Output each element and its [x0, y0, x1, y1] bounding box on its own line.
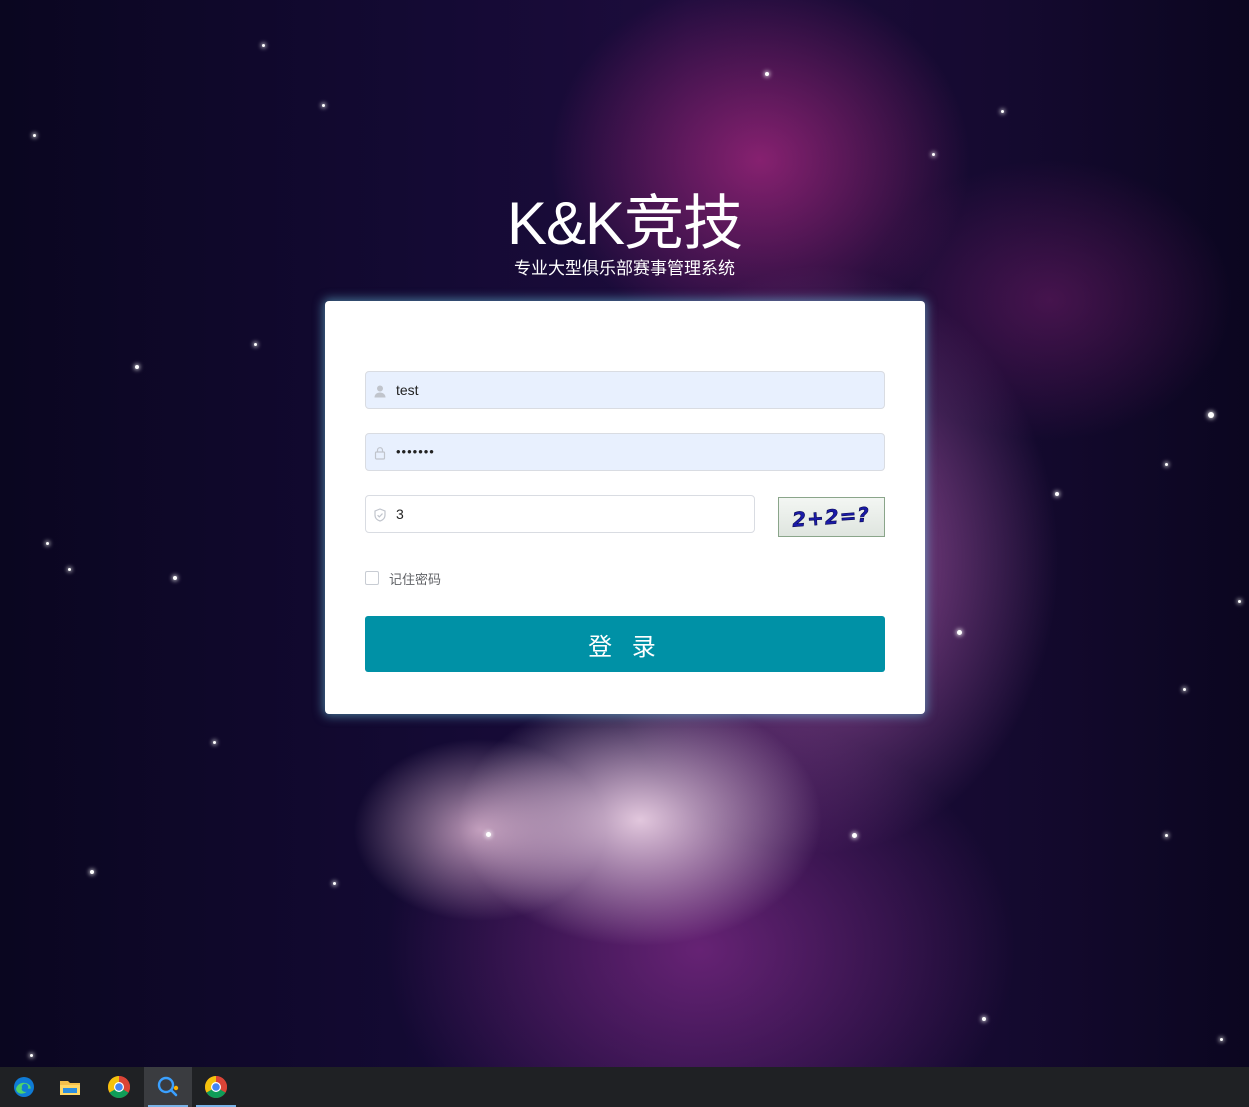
username-value: test	[396, 382, 419, 398]
taskbar-file-explorer[interactable]	[46, 1067, 94, 1107]
star	[333, 882, 336, 885]
star	[254, 343, 257, 346]
remember-checkbox[interactable]	[365, 571, 379, 585]
username-field[interactable]: test	[365, 371, 885, 409]
edge-icon	[14, 1077, 34, 1097]
star	[46, 542, 49, 545]
captcha-input[interactable]: 3	[365, 495, 755, 533]
star	[1208, 412, 1214, 418]
star	[932, 153, 935, 156]
star	[90, 870, 94, 874]
star	[852, 833, 857, 838]
taskbar-edge[interactable]	[0, 1067, 48, 1107]
star	[982, 1017, 986, 1021]
star	[262, 44, 265, 47]
shield-check-icon	[373, 507, 387, 522]
star	[1183, 688, 1186, 691]
file-explorer-icon	[60, 1081, 80, 1095]
star	[322, 104, 325, 107]
taskbar-search-app[interactable]	[144, 1067, 192, 1107]
star	[1165, 463, 1168, 466]
login-button[interactable]: 登 录	[365, 616, 885, 672]
star	[30, 1054, 33, 1057]
password-field[interactable]: •••••••	[365, 433, 885, 471]
login-page: K&K竞技 专业大型俱乐部赛事管理系统 test ••••••• 3 2+2=?…	[0, 0, 1249, 1107]
remember-password[interactable]: 记住密码	[365, 569, 442, 588]
chrome-icon	[205, 1076, 227, 1098]
star	[1238, 600, 1241, 603]
taskbar	[0, 1067, 1249, 1107]
login-card: test ••••••• 3 2+2=? 记住密码 登 录	[325, 301, 925, 714]
password-value: •••••••	[396, 444, 435, 459]
star	[1001, 110, 1004, 113]
star	[1165, 834, 1168, 837]
star	[135, 365, 139, 369]
star	[486, 832, 491, 837]
user-icon	[373, 383, 387, 398]
captcha-text: 2+2=?	[791, 502, 870, 531]
star	[68, 568, 71, 571]
star	[957, 630, 962, 635]
chrome-icon	[108, 1076, 130, 1098]
captcha-input-value: 3	[396, 506, 404, 522]
search-app-icon	[157, 1076, 179, 1097]
remember-label: 记住密码	[389, 572, 442, 588]
star	[173, 576, 177, 580]
taskbar-chrome-2[interactable]	[192, 1067, 240, 1107]
app-title: K&K竞技	[506, 190, 743, 257]
star	[33, 134, 36, 137]
star	[213, 741, 216, 744]
app-subtitle: 专业大型俱乐部赛事管理系统	[514, 259, 735, 279]
captcha-graphic: 2+2=?	[791, 502, 871, 532]
star	[765, 72, 769, 76]
star	[1055, 492, 1059, 496]
lock-icon	[373, 445, 387, 460]
star	[1220, 1038, 1223, 1041]
taskbar-chrome-1[interactable]	[95, 1067, 143, 1107]
captcha-image[interactable]: 2+2=?	[778, 497, 885, 537]
